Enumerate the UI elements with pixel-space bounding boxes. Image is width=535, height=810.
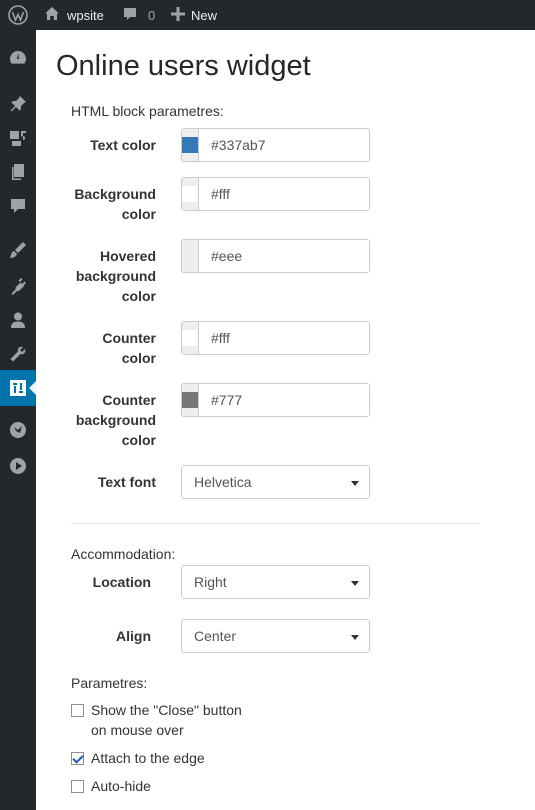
counter-color-picker [181,321,392,355]
hovered-background-color-swatch [182,248,198,264]
auto-hide-checkbox[interactable] [71,780,84,793]
users-icon [11,312,25,328]
main-content: Online users widget HTML block parametre… [36,30,535,810]
text-font-select[interactable]: Helvetica [181,465,370,499]
appearance-icon [10,242,26,258]
counter-background-color-swatch-button[interactable] [182,384,199,416]
background-color-label: Background color [74,186,156,222]
comments-count: 0 [148,7,156,23]
align-select[interactable]: Center [181,619,370,653]
site-name: wpsite [67,7,104,23]
menu-appearance[interactable] [0,232,36,268]
location-select[interactable]: Right [181,565,370,599]
caret-down-icon [351,581,359,586]
new-content-link[interactable]: New [171,0,217,30]
hovered-background-color-input[interactable] [199,240,392,272]
home-icon [44,6,60,24]
text-color-swatch-button[interactable] [182,129,199,161]
counter-color-swatch [182,330,198,346]
counter-color-input[interactable] [199,322,392,354]
text-color-swatch [182,137,198,153]
parametres-section-label: Parametres: [71,675,148,691]
location-label: Location [92,574,151,590]
menu-media[interactable] [0,120,36,156]
counter-background-color-swatch [182,392,198,408]
menu-media-player[interactable] [0,448,36,484]
show-close-checkbox[interactable] [71,704,84,717]
tools-icon [10,346,26,362]
text-color-input[interactable] [199,129,392,161]
hovered-background-color-label: Hovered background color [75,248,156,304]
counter-color-swatch-button[interactable] [182,322,199,354]
comments-icon [11,199,25,213]
background-color-swatch [182,186,198,202]
pages-icon [12,164,24,180]
page-title: Online users widget [56,50,311,82]
play-icon [9,458,26,474]
menu-plugins[interactable] [0,268,36,304]
accommodation-section-label: Accommodation: [71,546,176,562]
settings-icon [10,380,26,396]
plugins-icon [11,278,26,295]
menu-users[interactable] [0,302,36,338]
plus-icon [171,6,185,24]
auto-hide-option: Auto-hide [71,776,151,796]
caret-down-icon [351,481,359,486]
hovered-background-color-picker [181,239,392,273]
new-label: New [191,7,218,23]
menu-pages[interactable] [0,154,36,190]
counter-color-label: Counter color [102,330,156,366]
media-icon [10,131,26,146]
text-color-picker [181,128,392,162]
hovered-background-color-swatch-button[interactable] [182,240,199,272]
admin-sidebar [0,30,36,810]
menu-posts[interactable] [0,86,36,122]
text-color-label: Text color [90,137,156,153]
menu-tools[interactable] [0,336,36,372]
counter-background-color-picker [181,383,392,417]
background-color-input[interactable] [199,178,392,210]
align-label: Align [116,628,151,644]
menu-extension[interactable] [0,412,36,448]
site-name-link[interactable]: wpsite [44,0,104,30]
comments-link[interactable]: 0 [122,0,155,30]
show-close-option: Show the "Close" button on mouse over [71,700,242,740]
wordpress-logo-icon[interactable] [8,0,30,30]
attach-edge-checkbox[interactable] [71,752,84,765]
background-color-swatch-button[interactable] [182,178,199,210]
caret-down-icon [351,635,359,640]
extension-icon [10,422,26,438]
menu-dashboard[interactable] [0,40,36,76]
menu-comments[interactable] [0,188,36,224]
pin-icon [10,96,26,112]
menu-settings[interactable] [0,370,36,406]
background-color-picker [181,177,392,211]
dashboard-icon [10,51,26,64]
counter-background-color-label: Counter background color [75,392,156,448]
admin-bar: wpsite 0 New [0,0,535,30]
attach-edge-option: Attach to the edge [71,748,205,768]
counter-background-color-input[interactable] [199,384,392,416]
text-font-label: Text font [97,474,156,490]
comment-icon [122,6,138,25]
html-block-section-label: HTML block parametres: [71,103,224,119]
section-divider [71,523,480,524]
